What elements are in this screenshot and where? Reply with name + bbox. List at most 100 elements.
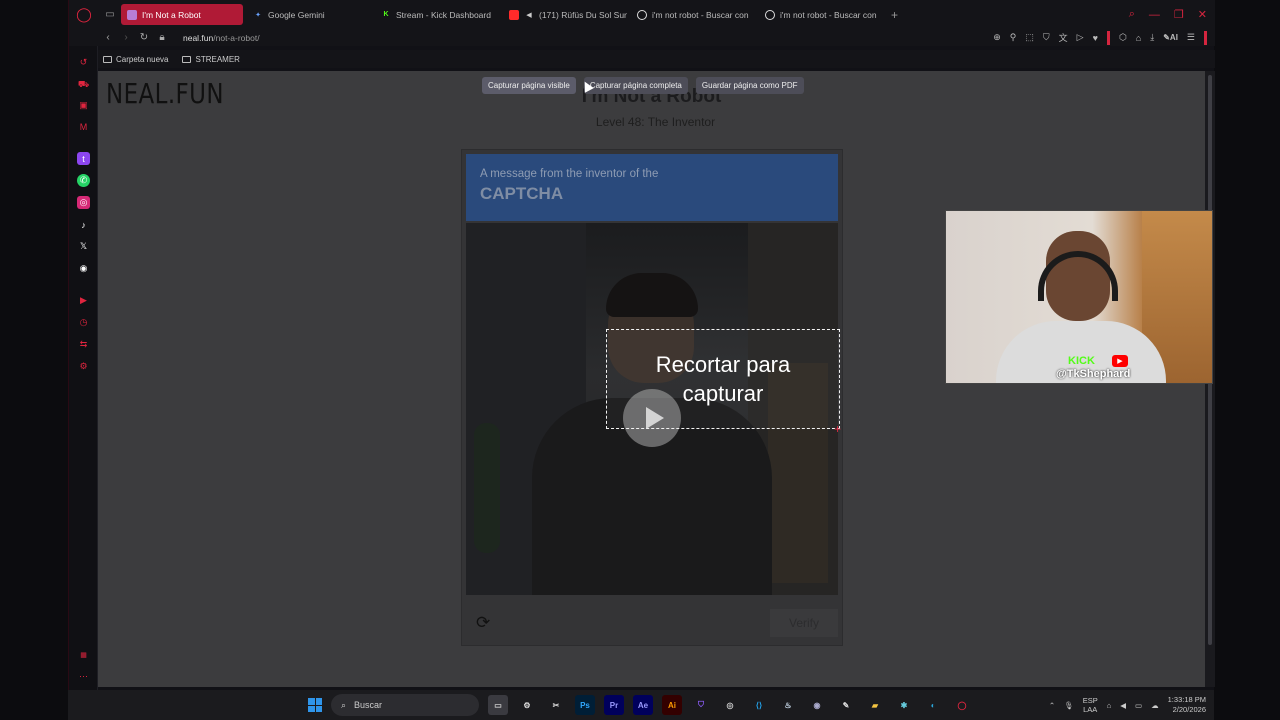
windows-start-icon[interactable] <box>308 698 322 712</box>
bookmarks-bar: Carpeta nueva STREAMER <box>69 50 1215 68</box>
meet-icon[interactable]: ☁ <box>1151 701 1159 710</box>
tab-menu-icon[interactable]: ▭ <box>99 0 121 29</box>
sidebar-x-icon[interactable]: 𝕏 <box>77 240 90 253</box>
chat-app-icon[interactable]: ◉ <box>807 695 827 715</box>
sidebar-whatsapp-icon[interactable]: ✆ <box>77 174 90 187</box>
photoshop-icon[interactable]: Ps <box>575 695 595 715</box>
url-field[interactable]: neal.fun/not-a-robot/ <box>183 33 260 43</box>
task-view-icon[interactable]: ▭ <box>488 695 508 715</box>
send-icon[interactable]: ▷ <box>1077 32 1084 43</box>
extensions-icon[interactable]: ⬡ <box>1119 32 1127 43</box>
zoom-icon[interactable]: ⊕ <box>993 32 1001 43</box>
volume-icon[interactable]: ◀ <box>1120 701 1126 710</box>
new-tab-button[interactable]: + <box>891 8 898 22</box>
tab-label: I'm Not a Robot <box>142 9 201 20</box>
crop-label-line1: Recortar para <box>655 352 791 377</box>
sidebar-twitch-icon[interactable]: t <box>77 152 90 165</box>
edge-icon[interactable]: ◐ <box>923 695 943 715</box>
sidebar-discord-icon[interactable]: ◉ <box>77 262 90 275</box>
sidebar-tiktok-icon[interactable]: ♪ <box>77 218 90 231</box>
vpn-app-icon[interactable]: ⛉ <box>691 695 711 715</box>
url-path: /not-a-robot/ <box>213 32 260 43</box>
microphone-icon[interactable]: 🎙︎ <box>1064 701 1074 710</box>
opera-logo-icon[interactable]: ◯ <box>69 0 99 29</box>
tab-kick[interactable]: K Stream - Kick Dashboard <box>375 4 499 25</box>
opera-gx-icon[interactable]: ◯ <box>952 695 972 715</box>
tab-active[interactable]: I'm Not a Robot <box>121 4 243 25</box>
network-icon[interactable]: ⌂ <box>1107 701 1112 710</box>
heart-icon[interactable]: ♥ <box>1093 33 1098 43</box>
maximize-icon[interactable]: ❐ <box>1174 8 1184 21</box>
verify-button[interactable]: Verify <box>770 609 838 637</box>
taskbar-search[interactable]: ⌕ Buscar <box>331 694 479 716</box>
premiere-icon[interactable]: Pr <box>604 695 624 715</box>
captcha-message: A message from the inventor of the <box>480 168 659 180</box>
bookmark-folder-carpeta[interactable]: Carpeta nueva <box>103 55 168 64</box>
sidebar-more-icon[interactable]: ⋯ <box>77 670 90 683</box>
menu-icon[interactable]: ☰ <box>1187 32 1195 43</box>
divider <box>1106 30 1110 45</box>
obs-icon[interactable]: ◎ <box>720 695 740 715</box>
sidebar-settings-icon[interactable]: ⚙ <box>77 360 90 373</box>
streamer-handle: @TkShephard <box>1056 368 1131 380</box>
language-indicator[interactable]: ESP LAA <box>1083 696 1098 714</box>
address-bar: ‹ › ↻ 🔒︎ neal.fun/not-a-robot/ ⊕ ⚲ ⬚ ⛉ 文… <box>69 29 1215 46</box>
sidebar-player-icon[interactable]: ▶ <box>77 294 90 307</box>
steam-icon[interactable]: ♨ <box>778 695 798 715</box>
sidebar-clock-icon[interactable]: ◷ <box>77 316 90 329</box>
sidebar-history-icon[interactable]: ↺ <box>77 56 90 69</box>
refresh-icon[interactable]: ⟳ <box>476 613 490 633</box>
captcha-header: A message from the inventor of the CAPTC… <box>466 154 838 221</box>
aria-ai-button[interactable]: ✎AI <box>1163 33 1178 42</box>
youtube-logo-icon: ▶ <box>1112 355 1128 367</box>
sidebar-instagram-icon[interactable]: ◎ <box>77 196 90 209</box>
tab-label: i'm not robot - Buscar con <box>652 9 749 20</box>
system-tray: ⌃ 🎙︎ ESP LAA ⌂ ◀ ▭ ☁ 1:33:18 PM 2/20/202… <box>1049 690 1206 720</box>
reload-icon[interactable]: ↻ <box>135 32 153 43</box>
file-explorer-icon[interactable]: ▰ <box>865 695 885 715</box>
sidebar: ↺ ⛟ ▣ M t ✆ ◎ ♪ 𝕏 ◉ ▶ ◷ ⇆ ⚙ ▦ ⋯ <box>69 46 98 690</box>
crop-capture-overlay[interactable]: Recortar para capturar <box>606 329 840 429</box>
sidebar-gmail-icon[interactable]: M <box>77 120 90 133</box>
window-controls: ⌕ — ❐ ✕ <box>1129 0 1207 29</box>
notepad-icon[interactable]: ✎ <box>836 695 856 715</box>
capture-visible-button[interactable]: Capturar página visible <box>482 77 576 94</box>
pin-icon[interactable]: ⚲ <box>1010 32 1017 43</box>
webcam-overlay: KICK ▶ @TkShephard <box>945 210 1213 384</box>
capture-full-button[interactable]: Capturar página completa <box>583 77 688 94</box>
capture-app-icon[interactable]: ✂ <box>546 695 566 715</box>
speaker-icon: ◀ <box>526 11 532 19</box>
sidebar-shop-icon[interactable]: ⛟ <box>77 78 90 91</box>
gemini-icon: ✦ <box>255 11 261 19</box>
vpn-shield-icon[interactable]: ⛉ <box>1043 32 1050 43</box>
translate-icon[interactable]: 文 <box>1059 31 1068 44</box>
search-tabs-icon[interactable]: ⌕ <box>1129 8 1135 21</box>
battery-icon[interactable]: ▭ <box>1135 701 1142 710</box>
tab-gemini[interactable]: ✦ Google Gemini <box>247 4 371 25</box>
tab-youtube[interactable]: ◀ (171) Rüfüs Du Sol Sun <box>503 4 627 25</box>
bookmark-folder-streamer[interactable]: STREAMER <box>182 55 240 64</box>
illustrator-icon[interactable]: Ai <box>662 695 682 715</box>
captcha-heading: CAPTCHA <box>480 184 564 203</box>
folder-icon <box>103 55 112 63</box>
settings-app-icon[interactable]: ⚙ <box>517 695 537 715</box>
wallet-icon[interactable]: ⌂ <box>1136 33 1141 43</box>
clock[interactable]: 1:33:18 PM 2/20/2026 <box>1168 695 1206 715</box>
sidebar-messenger-icon[interactable]: ▣ <box>77 99 90 112</box>
sidebar-extensions-icon[interactable]: ▦ <box>77 648 90 661</box>
close-icon[interactable]: ✕ <box>1198 8 1207 21</box>
download-icon[interactable]: ⤓ <box>1150 32 1154 43</box>
minimize-icon[interactable]: — <box>1149 9 1160 21</box>
tab-google-search-2[interactable]: i'm not robot - Buscar con <box>759 4 883 25</box>
taskbar-apps: ▭ ⚙ ✂ Ps Pr Ae Ai ⛉ ◎ ⟨⟩ ♨ ◉ ✎ ▰ ✱ ◐ ◯ <box>488 695 972 715</box>
vscode-icon[interactable]: ⟨⟩ <box>749 695 769 715</box>
sidebar-flow-icon[interactable]: ⇆ <box>77 338 90 351</box>
after-effects-icon[interactable]: Ae <box>633 695 653 715</box>
back-icon[interactable]: ‹ <box>99 32 117 43</box>
forward-icon[interactable]: › <box>117 32 135 43</box>
app-icon[interactable]: ✱ <box>894 695 914 715</box>
save-pdf-button[interactable]: Guardar página como PDF <box>695 77 804 94</box>
tab-google-search[interactable]: i'm not robot - Buscar con <box>631 4 755 25</box>
tray-expand-icon[interactable]: ⌃ <box>1049 701 1055 710</box>
snapshot-icon[interactable]: ⬚ <box>1025 32 1034 43</box>
